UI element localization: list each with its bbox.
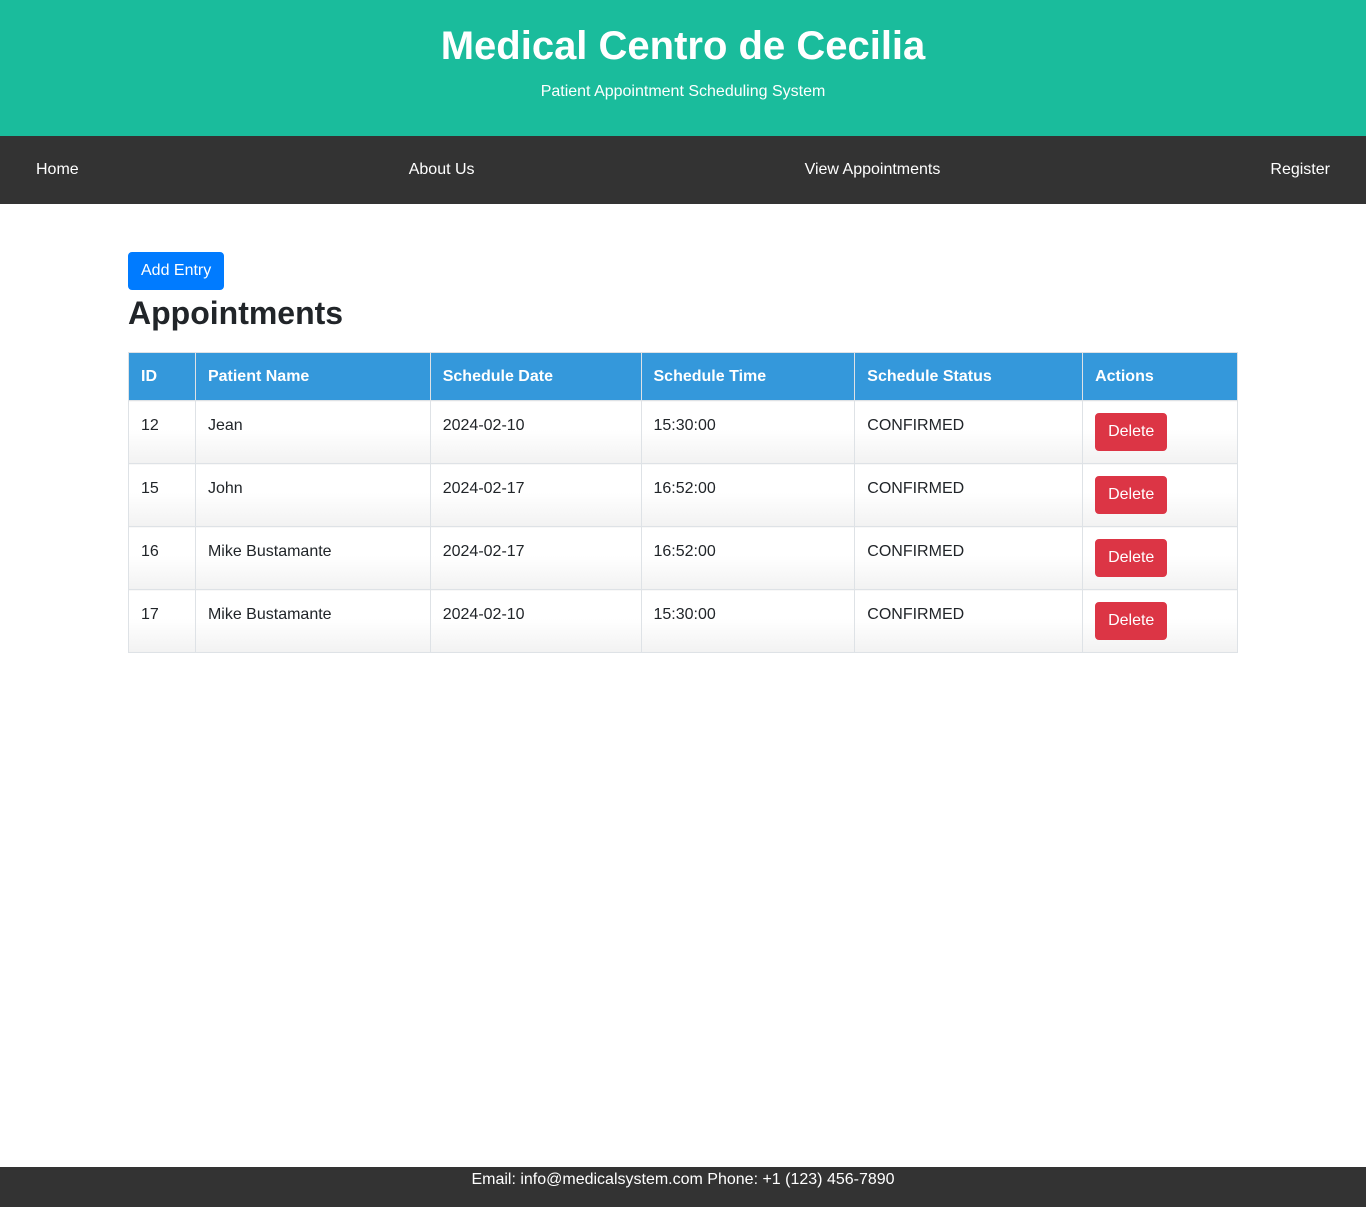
table-row: 15 John 2024-02-17 16:52:00 CONFIRMED De… bbox=[128, 463, 1238, 527]
nav-link-view-appointments[interactable]: View Appointments bbox=[805, 160, 941, 180]
cell-schedule-time: 16:52:00 bbox=[640, 463, 856, 527]
cell-actions: Delete bbox=[1082, 589, 1238, 653]
cell-id: 12 bbox=[128, 400, 196, 464]
nav-link-about-us[interactable]: About Us bbox=[409, 160, 475, 180]
site-subtitle: Patient Appointment Scheduling System bbox=[540, 83, 826, 100]
cell-schedule-status: CONFIRMED bbox=[854, 589, 1084, 653]
page-title: Appointments bbox=[128, 295, 344, 331]
column-header-patient-name: Patient Name bbox=[194, 352, 431, 401]
cell-patient-name: Mike Bustamante bbox=[194, 526, 431, 590]
cell-actions: Delete bbox=[1082, 463, 1238, 527]
nav-link-register[interactable]: Register bbox=[1270, 160, 1330, 180]
table-body: 12 Jean 2024-02-10 15:30:00 CONFIRMED De… bbox=[128, 400, 1238, 653]
column-header-actions: Actions bbox=[1082, 352, 1238, 401]
cell-schedule-time: 16:52:00 bbox=[640, 526, 856, 590]
cell-schedule-date: 2024-02-10 bbox=[429, 589, 642, 653]
column-header-schedule-date: Schedule Date bbox=[429, 352, 642, 401]
cell-schedule-status: CONFIRMED bbox=[854, 463, 1084, 527]
cell-schedule-status: CONFIRMED bbox=[854, 526, 1084, 590]
table-row: 16 Mike Bustamante 2024-02-17 16:52:00 C… bbox=[128, 526, 1238, 590]
appointments-table: ID Patient Name Schedule Date Schedule T… bbox=[128, 352, 1238, 653]
cell-schedule-date: 2024-02-17 bbox=[429, 463, 642, 527]
delete-button[interactable]: Delete bbox=[1095, 476, 1168, 514]
column-header-schedule-status: Schedule Status bbox=[854, 352, 1084, 401]
table-header-row: ID Patient Name Schedule Date Schedule T… bbox=[128, 352, 1238, 401]
cell-id: 17 bbox=[128, 589, 196, 653]
top-navigation: Home About Us View Appointments Register bbox=[0, 136, 1366, 204]
nav-link-home[interactable]: Home bbox=[36, 160, 79, 180]
cell-patient-name: Jean bbox=[194, 400, 431, 464]
delete-button[interactable]: Delete bbox=[1095, 539, 1168, 577]
cell-actions: Delete bbox=[1082, 526, 1238, 590]
cell-schedule-time: 15:30:00 bbox=[640, 400, 856, 464]
cell-schedule-status: CONFIRMED bbox=[854, 400, 1084, 464]
page: Medical Centro de Cecilia Patient Appoin… bbox=[0, 0, 1366, 1207]
table-header: ID Patient Name Schedule Date Schedule T… bbox=[128, 352, 1238, 401]
column-header-schedule-time: Schedule Time bbox=[640, 352, 856, 401]
add-entry-button[interactable]: Add Entry bbox=[128, 252, 225, 290]
cell-schedule-date: 2024-02-17 bbox=[429, 526, 642, 590]
site-footer: Email: info@medicalsystem.com Phone: +1 … bbox=[0, 1167, 1366, 1207]
cell-schedule-date: 2024-02-10 bbox=[429, 400, 642, 464]
column-header-id: ID bbox=[128, 352, 196, 401]
site-title: Medical Centro de Cecilia bbox=[440, 24, 926, 68]
cell-id: 15 bbox=[128, 463, 196, 527]
footer-contact-text: Email: info@medicalsystem.com Phone: +1 … bbox=[471, 1171, 895, 1188]
table-row: 17 Mike Bustamante 2024-02-10 15:30:00 C… bbox=[128, 589, 1238, 653]
table-row: 12 Jean 2024-02-10 15:30:00 CONFIRMED De… bbox=[128, 400, 1238, 464]
delete-button[interactable]: Delete bbox=[1095, 413, 1168, 451]
main-content: Add Entry Appointments ID Patient Name S… bbox=[128, 252, 1238, 653]
cell-patient-name: John bbox=[194, 463, 431, 527]
cell-patient-name: Mike Bustamante bbox=[194, 589, 431, 653]
cell-actions: Delete bbox=[1082, 400, 1238, 464]
delete-button[interactable]: Delete bbox=[1095, 602, 1168, 640]
cell-id: 16 bbox=[128, 526, 196, 590]
cell-schedule-time: 15:30:00 bbox=[640, 589, 856, 653]
site-header: Medical Centro de Cecilia Patient Appoin… bbox=[0, 0, 1366, 136]
